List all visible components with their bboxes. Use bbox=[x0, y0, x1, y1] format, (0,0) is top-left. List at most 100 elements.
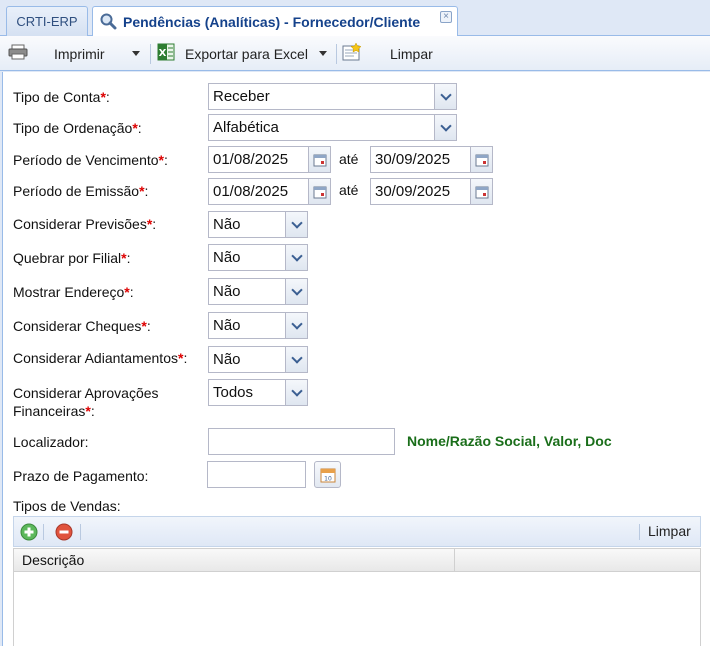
quebrar-filial-trigger[interactable] bbox=[286, 244, 308, 271]
grid-toolbar-divider bbox=[639, 524, 640, 540]
tipo-conta-label: Tipo de Conta*: bbox=[13, 89, 110, 105]
svg-text:10: 10 bbox=[324, 475, 332, 482]
considerar-cheques-label: Considerar Cheques*: bbox=[13, 318, 151, 334]
toolbar-divider bbox=[336, 44, 337, 64]
excel-icon: X bbox=[157, 43, 175, 64]
vencimento-from-calendar-button[interactable] bbox=[309, 146, 331, 173]
calendar-icon bbox=[313, 154, 326, 166]
tipo-conta-value: Receber bbox=[213, 88, 270, 105]
tab-pendencias-label: Pendências (Analíticas) - Fornecedor/Cli… bbox=[123, 14, 421, 30]
prazo-pagamento-calendar-button[interactable]: 10 bbox=[314, 461, 341, 488]
localizador-label: Localizador: bbox=[13, 434, 89, 450]
tab-crti-erp[interactable]: CRTI-ERP bbox=[6, 6, 88, 36]
toolbar-divider bbox=[150, 44, 151, 64]
grid-clear-button[interactable]: Limpar bbox=[648, 523, 691, 539]
considerar-adiantamentos-label: Considerar Adiantamentos*: bbox=[13, 350, 188, 366]
svg-text:X: X bbox=[159, 48, 167, 59]
considerar-previsoes-trigger[interactable] bbox=[286, 211, 308, 238]
mostrar-endereco-value: Não bbox=[213, 283, 241, 300]
tipo-ordenacao-trigger[interactable] bbox=[435, 114, 457, 141]
quebrar-filial-label: Quebrar por Filial*: bbox=[13, 250, 131, 266]
chevron-down-icon bbox=[290, 317, 303, 330]
range-separator: até bbox=[339, 151, 359, 167]
mostrar-endereco-label: Mostrar Endereço*: bbox=[13, 284, 134, 300]
chevron-down-icon bbox=[439, 88, 452, 101]
considerar-aprovacoes-value: Todos bbox=[213, 384, 254, 401]
print-dropdown-button[interactable] bbox=[132, 36, 140, 71]
vencimento-from-input[interactable]: 01/08/2025 bbox=[208, 146, 309, 173]
tipo-ordenacao-value: Alfabética bbox=[213, 119, 279, 136]
tipos-vendas-grid-body[interactable] bbox=[13, 572, 701, 646]
prazo-pagamento-label: Prazo de Pagamento: bbox=[13, 468, 149, 484]
vencimento-to-value: 30/09/2025 bbox=[375, 151, 451, 168]
add-button[interactable] bbox=[20, 523, 38, 544]
quebrar-filial-select[interactable]: Não bbox=[208, 244, 286, 271]
quebrar-filial-value: Não bbox=[213, 249, 241, 266]
tipo-ordenacao-select[interactable]: Alfabética bbox=[208, 114, 435, 141]
vencimento-from-value: 01/08/2025 bbox=[213, 151, 289, 168]
grid-toolbar-divider bbox=[43, 524, 44, 540]
remove-icon bbox=[55, 523, 73, 541]
tipo-conta-trigger[interactable] bbox=[435, 83, 457, 110]
tab-crti-erp-label: CRTI-ERP bbox=[16, 14, 78, 29]
mostrar-endereco-trigger[interactable] bbox=[286, 278, 308, 305]
considerar-previsoes-select[interactable]: Não bbox=[208, 211, 286, 238]
filter-form: Tipo de Conta*: Receber Tipo de Ordenaçã… bbox=[2, 72, 710, 646]
clear-label: Limpar bbox=[390, 45, 433, 62]
localizador-hint: Nome/Razão Social, Valor, Doc bbox=[407, 433, 612, 449]
considerar-aprovacoes-trigger[interactable] bbox=[286, 379, 308, 406]
mostrar-endereco-select[interactable]: Não bbox=[208, 278, 286, 305]
tipo-ordenacao-label: Tipo de Ordenação*: bbox=[13, 120, 142, 136]
tab-bar: CRTI-ERP Pendências (Analíticas) - Forne… bbox=[0, 0, 710, 37]
vencimento-to-calendar-button[interactable] bbox=[471, 146, 493, 173]
considerar-adiantamentos-select[interactable]: Não bbox=[208, 346, 286, 373]
close-icon[interactable]: × bbox=[440, 11, 452, 23]
calendar-icon bbox=[313, 186, 326, 198]
considerar-cheques-select[interactable]: Não bbox=[208, 312, 286, 339]
column-header-descricao[interactable]: Descrição bbox=[22, 552, 84, 568]
calendar-icon: 10 bbox=[320, 468, 335, 482]
considerar-cheques-trigger[interactable] bbox=[286, 312, 308, 339]
tipos-vendas-header: Descrição bbox=[13, 548, 701, 572]
grid-toolbar-divider bbox=[80, 524, 81, 540]
clear-button[interactable]: Limpar bbox=[342, 36, 433, 71]
toolbar: Imprimir X Exportar para Excel Limpar bbox=[0, 36, 710, 71]
chevron-down-icon bbox=[318, 51, 327, 56]
considerar-previsoes-label: Considerar Previsões*: bbox=[13, 216, 157, 232]
tipos-vendas-label: Tipos de Vendas: bbox=[13, 498, 121, 514]
prazo-pagamento-input[interactable] bbox=[207, 461, 306, 488]
emissao-from-calendar-button[interactable] bbox=[309, 178, 331, 205]
considerar-previsoes-value: Não bbox=[213, 216, 241, 233]
clear-icon bbox=[342, 42, 362, 64]
considerar-adiantamentos-trigger[interactable] bbox=[286, 346, 308, 373]
tipo-conta-select[interactable]: Receber bbox=[208, 83, 435, 110]
considerar-aprovacoes-select[interactable]: Todos bbox=[208, 379, 286, 406]
calendar-icon bbox=[475, 154, 488, 166]
chevron-down-icon bbox=[290, 384, 303, 397]
print-label: Imprimir bbox=[54, 45, 105, 62]
export-excel-button[interactable]: X Exportar para Excel bbox=[157, 36, 327, 71]
periodo-emissao-label: Período de Emissão*: bbox=[13, 183, 149, 199]
chevron-down-icon bbox=[439, 119, 452, 132]
emissao-to-value: 30/09/2025 bbox=[375, 183, 451, 200]
printer-icon bbox=[8, 44, 28, 63]
calendar-icon bbox=[475, 186, 488, 198]
remove-button[interactable] bbox=[55, 523, 73, 544]
export-excel-label: Exportar para Excel bbox=[185, 45, 308, 62]
emissao-from-input[interactable]: 01/08/2025 bbox=[208, 178, 309, 205]
periodo-vencimento-label: Período de Vencimento*: bbox=[13, 152, 168, 168]
considerar-aprovacoes-label: Considerar Aprovações Financeiras*: bbox=[13, 385, 159, 419]
considerar-cheques-value: Não bbox=[213, 317, 241, 334]
print-button[interactable]: Imprimir bbox=[8, 36, 105, 71]
emissao-to-input[interactable]: 30/09/2025 bbox=[370, 178, 471, 205]
tipos-vendas-toolbar: Limpar bbox=[13, 516, 701, 547]
vencimento-to-input[interactable]: 30/09/2025 bbox=[370, 146, 471, 173]
considerar-adiantamentos-value: Não bbox=[213, 351, 241, 368]
chevron-down-icon bbox=[290, 216, 303, 229]
localizador-input[interactable] bbox=[208, 428, 395, 455]
tab-pendencias[interactable]: Pendências (Analíticas) - Fornecedor/Cli… bbox=[92, 6, 458, 37]
search-icon bbox=[99, 12, 117, 33]
column-divider bbox=[454, 549, 455, 571]
chevron-down-icon bbox=[290, 249, 303, 262]
emissao-to-calendar-button[interactable] bbox=[471, 178, 493, 205]
